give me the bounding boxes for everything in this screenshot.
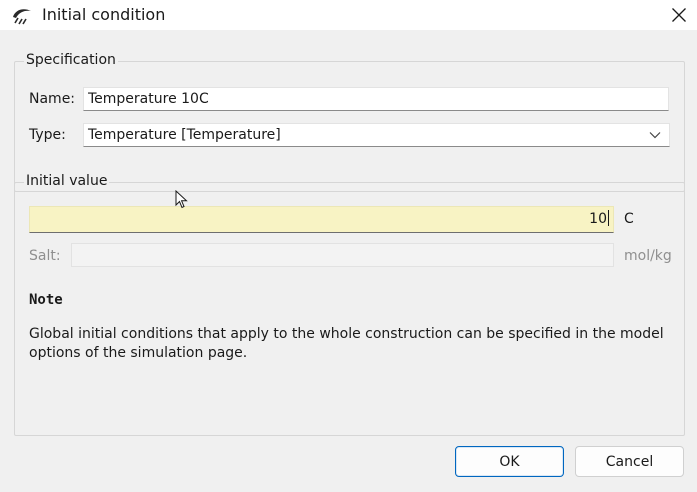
window-title: Initial condition [42,5,166,24]
title-bar: Initial condition [0,0,697,30]
stream-logo-icon [13,9,31,25]
ok-button[interactable]: OK [455,446,564,477]
type-label: Type: [29,127,66,143]
name-label: Name: [29,91,76,107]
close-button[interactable] [660,0,697,30]
mouse-cursor-icon [175,190,188,209]
salt-input[interactable] [71,243,614,267]
salt-label: Salt: [29,248,61,264]
initial-value-input[interactable]: 10 [29,206,614,233]
note-title: Note [29,292,63,308]
cancel-button[interactable]: Cancel [575,446,684,477]
initial-value-legend: Initial value [24,173,110,189]
specification-legend: Specification [24,52,118,68]
type-dropdown-value: Temperature [Temperature] [88,127,281,143]
text-caret [608,210,609,226]
type-dropdown[interactable]: Temperature [Temperature] [83,123,670,147]
initial-value-text: 10 [589,211,607,227]
close-icon [671,8,686,22]
dialog-body: Specification Name: Type: Temperature [T… [0,30,697,492]
name-input[interactable] [83,87,669,111]
initial-value-unit: C [624,211,634,227]
chevron-down-icon [649,132,661,139]
note-text: Global initial conditions that apply to … [29,326,664,361]
salt-unit: mol/kg [624,248,672,264]
